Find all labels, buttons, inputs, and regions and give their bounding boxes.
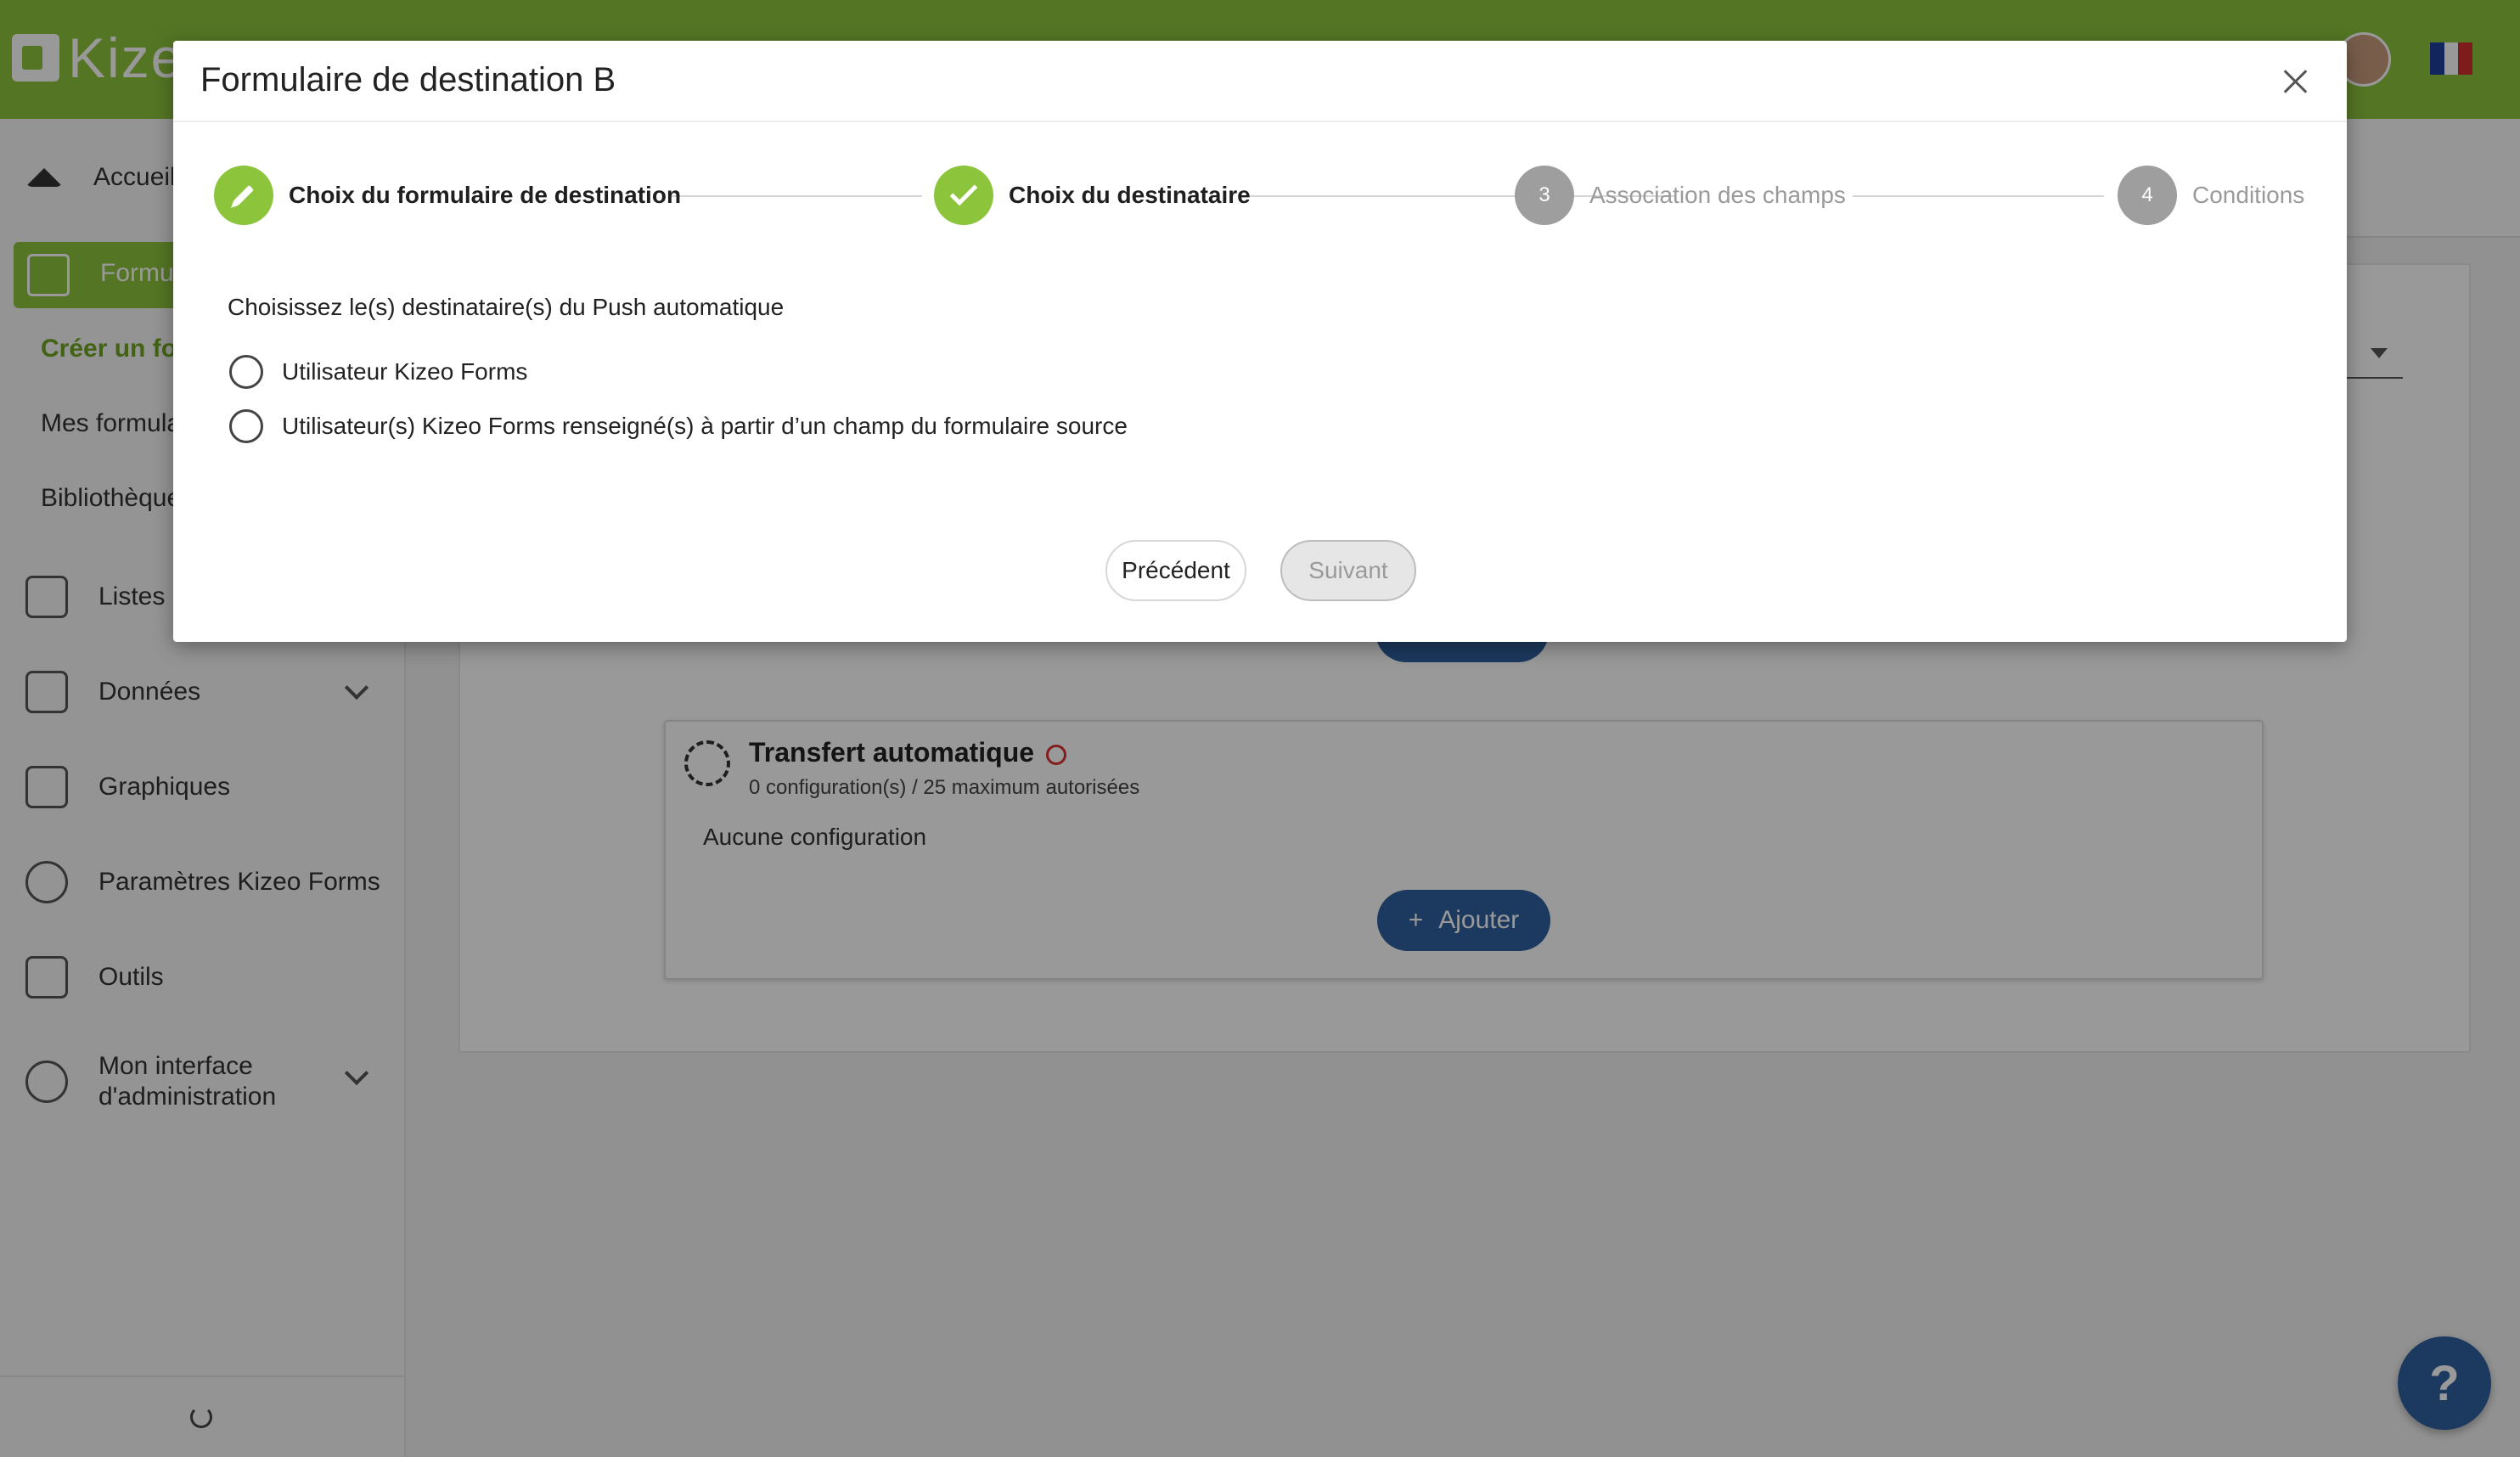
previous-button[interactable]: Précédent: [1105, 540, 1246, 601]
step-number: 4: [2118, 166, 2177, 225]
radio-label: Utilisateur Kizeo Forms: [282, 358, 528, 385]
destination-form-dialog: Formulaire de destination B Choix du for…: [173, 41, 2347, 642]
recipient-question: Choisissez le(s) destinataire(s) du Push…: [228, 294, 785, 320]
dialog-title: Formulaire de destination B: [200, 61, 616, 98]
radio-label: Utilisateur(s) Kizeo Forms renseigné(s) …: [282, 413, 1128, 439]
check-icon: [934, 166, 993, 225]
step-label: Association des champs: [1589, 182, 1846, 208]
step-field-mapping: 3 Association des champs: [1515, 165, 1846, 226]
step-connector: [669, 195, 922, 197]
step-recipient[interactable]: Choix du destinataire: [934, 165, 1251, 226]
radio-button[interactable]: [229, 355, 263, 389]
next-button[interactable]: Suivant: [1280, 540, 1416, 601]
radio-option-user-from-field[interactable]: Utilisateur(s) Kizeo Forms renseigné(s) …: [229, 409, 1128, 443]
step-label: Choix du destinataire: [1009, 182, 1251, 208]
step-destination-form[interactable]: Choix du formulaire de destination: [214, 165, 681, 226]
pencil-icon: [214, 166, 273, 225]
step-label: Conditions: [2192, 182, 2305, 208]
stepper: Choix du formulaire de destination Choix…: [173, 165, 2347, 226]
step-number: 3: [1515, 166, 1574, 225]
radio-option-kizeo-user[interactable]: Utilisateur Kizeo Forms: [229, 355, 527, 389]
dialog-header: Formulaire de destination B: [173, 41, 2347, 122]
step-connector: [1853, 195, 2104, 197]
step-label: Choix du formulaire de destination: [289, 182, 682, 208]
step-conditions: 4 Conditions: [2118, 165, 2304, 226]
close-icon[interactable]: [2275, 61, 2316, 102]
radio-button[interactable]: [229, 409, 263, 443]
